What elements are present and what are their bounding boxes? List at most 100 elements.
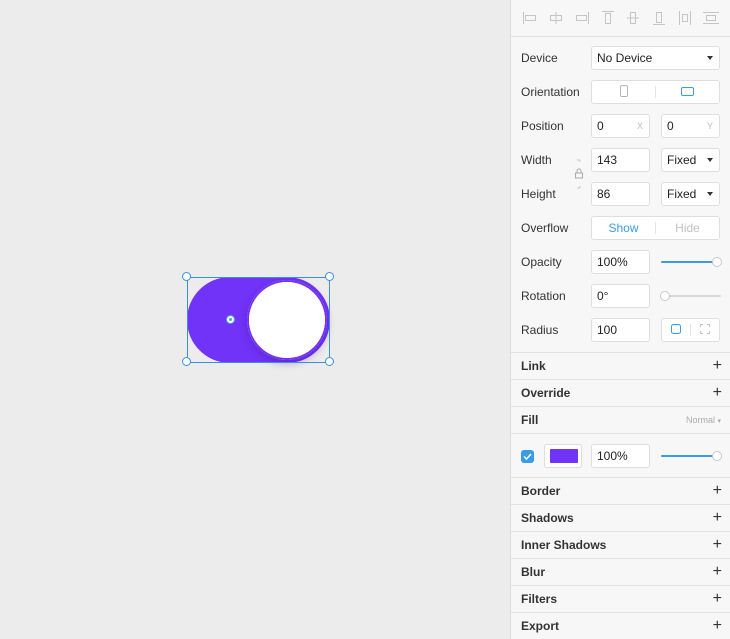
inspector-panel: Device No Device Orientation Position 0 … xyxy=(510,0,730,639)
align-top-icon[interactable] xyxy=(600,11,616,25)
radius-value: 100 xyxy=(597,323,618,337)
fill-color-well[interactable] xyxy=(544,444,582,468)
selection-box xyxy=(187,277,330,363)
inner-shadows-title: Inner Shadows xyxy=(521,538,607,552)
device-dropdown[interactable]: No Device xyxy=(591,46,720,70)
chevron-down-icon: ▾ xyxy=(717,418,721,425)
add-export-icon[interactable]: + xyxy=(713,618,722,634)
position-y-value: 0 xyxy=(667,119,674,133)
width-mode-dropdown[interactable]: Fixed xyxy=(661,148,720,172)
fill-color-swatch xyxy=(550,449,578,463)
opacity-label: Opacity xyxy=(521,255,562,269)
slider-track xyxy=(665,295,721,297)
orientation-portrait-button[interactable] xyxy=(592,81,655,103)
overflow-row: Overflow Show Hide xyxy=(511,215,730,241)
slider-knob[interactable] xyxy=(712,451,722,461)
blur-title: Blur xyxy=(521,565,545,579)
override-section[interactable]: Override + xyxy=(511,379,730,406)
opacity-input[interactable]: 100% xyxy=(591,250,650,274)
fill-opacity-input[interactable]: 100% xyxy=(591,444,650,468)
individual-corners-icon xyxy=(700,323,710,337)
fill-opacity-value: 100% xyxy=(597,449,628,463)
position-x-input[interactable]: 0 X xyxy=(591,114,650,138)
opacity-value: 100% xyxy=(597,255,628,269)
filters-title: Filters xyxy=(521,592,558,606)
overflow-label: Overflow xyxy=(521,221,569,235)
slider-fill xyxy=(661,455,717,457)
radius-uniform-button[interactable] xyxy=(662,319,690,341)
overflow-hide-button[interactable]: Hide xyxy=(656,217,719,239)
height-value: 86 xyxy=(597,187,611,201)
width-mode-value: Fixed xyxy=(667,153,697,167)
position-y-suffix: Y xyxy=(706,121,713,131)
export-section[interactable]: Export + xyxy=(511,612,730,639)
align-right-icon[interactable] xyxy=(574,11,590,25)
canvas[interactable] xyxy=(0,0,510,639)
rotation-input[interactable]: 0° xyxy=(591,284,650,308)
align-vertical-center-icon[interactable] xyxy=(625,11,641,25)
rotation-row: Rotation 0° xyxy=(511,283,730,309)
width-label: Width xyxy=(521,153,552,167)
alignment-toolbar xyxy=(511,0,730,37)
radius-mode-control xyxy=(661,318,720,342)
overflow-show-button[interactable]: Show xyxy=(592,217,655,239)
device-row: Device No Device xyxy=(511,45,730,71)
width-value: 143 xyxy=(597,153,618,167)
add-filter-icon[interactable]: + xyxy=(713,591,722,607)
rotation-value: 0° xyxy=(597,289,609,303)
resize-handle-top-left[interactable] xyxy=(182,272,191,281)
border-section[interactable]: Border + xyxy=(511,477,730,504)
overflow-segmented-control: Show Hide xyxy=(591,216,720,240)
landscape-icon xyxy=(681,85,694,99)
resize-handle-top-right[interactable] xyxy=(325,272,334,281)
opacity-row: Opacity 100% xyxy=(511,249,730,275)
slider-knob[interactable] xyxy=(712,257,722,267)
radius-input[interactable]: 100 xyxy=(591,318,650,342)
add-border-icon[interactable]: + xyxy=(713,483,722,499)
rotation-slider[interactable] xyxy=(660,291,721,301)
width-row: Width 143 Fixed xyxy=(511,147,730,173)
inner-shadows-section[interactable]: Inner Shadows + xyxy=(511,531,730,558)
filters-section[interactable]: Filters + xyxy=(511,585,730,612)
align-horizontal-center-icon[interactable] xyxy=(548,11,564,25)
align-left-icon[interactable] xyxy=(522,11,538,25)
add-link-icon[interactable]: + xyxy=(713,358,722,374)
distribute-vertical-icon[interactable] xyxy=(703,11,720,25)
add-shadow-icon[interactable]: + xyxy=(713,510,722,526)
fill-blend-mode-dropdown[interactable]: Normal ▾ xyxy=(686,415,721,425)
add-inner-shadow-icon[interactable]: + xyxy=(713,537,722,553)
toggle-layer[interactable] xyxy=(182,272,334,366)
fill-title: Fill xyxy=(521,413,539,427)
position-y-input[interactable]: 0 Y xyxy=(661,114,720,138)
export-title: Export xyxy=(521,619,560,633)
orientation-label: Orientation xyxy=(521,85,580,99)
fill-section: Fill Normal ▾ xyxy=(511,406,730,433)
position-x-value: 0 xyxy=(597,119,604,133)
rotation-center-handle[interactable] xyxy=(226,315,235,324)
blur-section[interactable]: Blur + xyxy=(511,558,730,585)
fill-blend-mode-value: Normal xyxy=(685,415,715,425)
height-row: Height 86 Fixed xyxy=(511,181,730,207)
radius-label: Radius xyxy=(521,323,559,337)
radius-individual-button[interactable] xyxy=(691,319,719,341)
link-section[interactable]: Link + xyxy=(511,352,730,379)
add-override-icon[interactable]: + xyxy=(713,385,722,401)
align-bottom-icon[interactable] xyxy=(651,11,667,25)
fill-opacity-slider[interactable] xyxy=(661,451,722,461)
opacity-slider[interactable] xyxy=(661,257,722,267)
orientation-landscape-button[interactable] xyxy=(656,81,719,103)
resize-handle-bottom-left[interactable] xyxy=(182,357,191,366)
add-blur-icon[interactable]: + xyxy=(713,564,722,580)
resize-handle-bottom-right[interactable] xyxy=(325,357,334,366)
uniform-corners-icon xyxy=(671,323,681,337)
distribute-horizontal-icon[interactable] xyxy=(677,11,693,25)
width-input[interactable]: 143 xyxy=(591,148,650,172)
chevron-down-icon xyxy=(707,56,713,60)
height-mode-dropdown[interactable]: Fixed xyxy=(661,182,720,206)
slider-knob[interactable] xyxy=(660,291,670,301)
shadows-section[interactable]: Shadows + xyxy=(511,504,730,531)
orientation-segmented-control xyxy=(591,80,720,104)
height-input[interactable]: 86 xyxy=(591,182,650,206)
fill-enabled-checkbox[interactable] xyxy=(521,450,534,463)
position-x-suffix: X xyxy=(636,121,643,131)
